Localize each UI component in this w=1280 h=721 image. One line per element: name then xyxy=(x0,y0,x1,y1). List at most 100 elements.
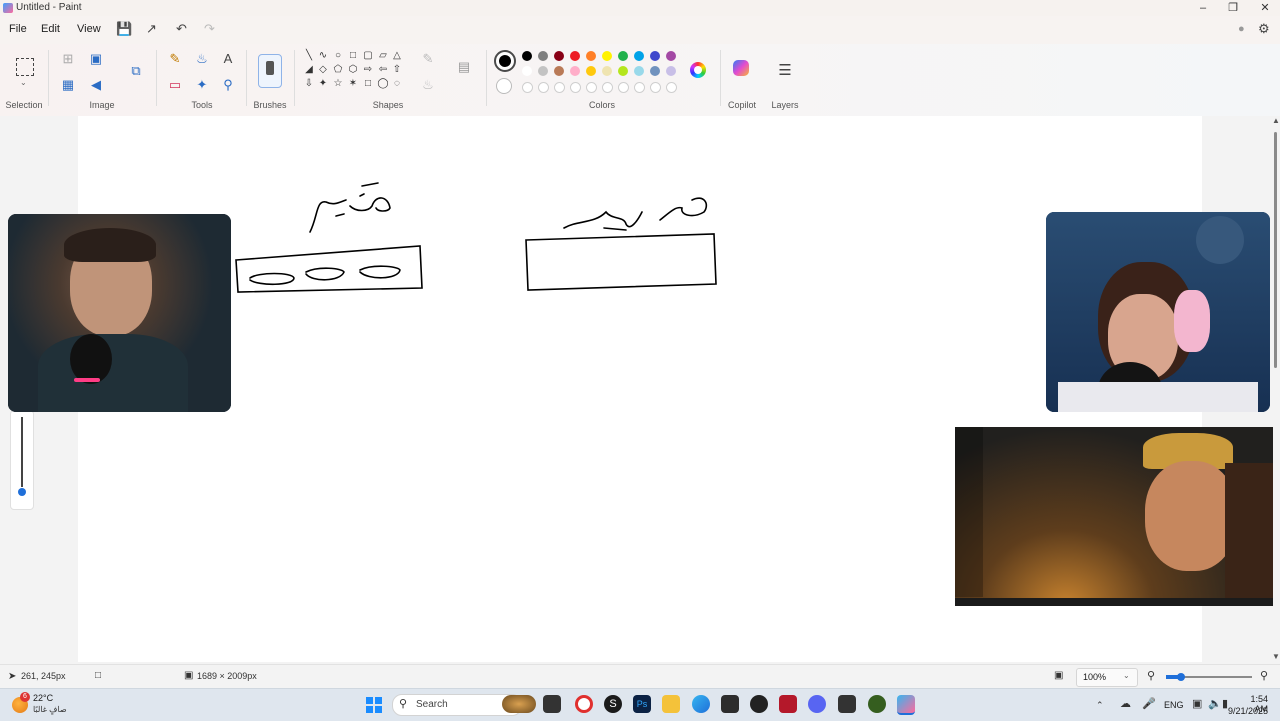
chevron-down-icon[interactable]: ⌄ xyxy=(20,78,27,87)
network-icon[interactable]: ▣ xyxy=(1192,697,1202,710)
palette-swatch[interactable] xyxy=(650,66,660,76)
custom-color-slot[interactable] xyxy=(538,82,549,93)
custom-color-slot[interactable] xyxy=(618,82,629,93)
custom-color-slot[interactable] xyxy=(522,82,533,93)
palette-swatch[interactable] xyxy=(650,51,660,61)
opera-icon[interactable] xyxy=(575,695,593,713)
palette-swatch[interactable] xyxy=(666,51,676,61)
edit-colors-icon[interactable] xyxy=(690,62,706,78)
palette-swatch[interactable] xyxy=(554,51,564,61)
undo-icon[interactable]: ↶ xyxy=(176,21,187,37)
search-highlight-icon[interactable] xyxy=(502,695,536,713)
start-windows-icon[interactable] xyxy=(366,697,382,713)
onedrive-cloud-icon[interactable]: ☁ xyxy=(1120,697,1131,710)
callout-oval-shape-icon[interactable]: ◯ xyxy=(376,78,390,89)
palette-swatch[interactable] xyxy=(666,66,676,76)
line-shape-icon[interactable]: ╲ xyxy=(302,50,316,61)
zoom-slider[interactable] xyxy=(1166,673,1252,681)
paint-taskbar-icon[interactable] xyxy=(897,695,915,715)
palette-swatch[interactable] xyxy=(602,66,612,76)
menu-view[interactable]: View xyxy=(77,23,101,35)
five-point-star-shape-icon[interactable]: ☆ xyxy=(331,78,345,89)
hexagon-shape-icon[interactable]: ⬡ xyxy=(346,64,360,75)
oval-shape-icon[interactable]: ○ xyxy=(331,50,345,61)
zoom-slider-thumb[interactable] xyxy=(1177,673,1185,681)
palette-swatch[interactable] xyxy=(554,66,564,76)
color-picker-icon[interactable]: ✦ xyxy=(192,76,212,94)
palette-swatch[interactable] xyxy=(586,66,596,76)
slider-thumb[interactable] xyxy=(18,488,26,496)
custom-color-slot[interactable] xyxy=(570,82,581,93)
scroll-down-icon[interactable]: ▼ xyxy=(1272,652,1280,661)
brush-size-slider[interactable] xyxy=(10,410,34,510)
resize-icon[interactable]: ▣ xyxy=(86,50,106,68)
custom-color-slot[interactable] xyxy=(602,82,613,93)
rotate-icon[interactable]: ◀ xyxy=(86,76,106,94)
scroll-up-icon[interactable]: ▲ xyxy=(1272,116,1280,125)
redo-icon[interactable]: ↷ xyxy=(204,21,215,37)
copilot-icon[interactable] xyxy=(733,60,749,76)
palette-swatch[interactable] xyxy=(522,66,532,76)
eraser-icon[interactable]: ▭ xyxy=(165,76,185,94)
palette-swatch[interactable] xyxy=(522,51,532,61)
outline-icon[interactable]: ✎ xyxy=(418,50,438,68)
microphone-icon[interactable]: 🎤 xyxy=(1142,697,1156,710)
palette-swatch[interactable] xyxy=(618,66,628,76)
account-icon[interactable]: ● xyxy=(1238,23,1245,35)
palette-swatch[interactable] xyxy=(538,51,548,61)
show-hidden-icons-icon[interactable]: ⌃ xyxy=(1096,700,1104,711)
custom-color-slot[interactable] xyxy=(586,82,597,93)
callout-rect-shape-icon[interactable]: □ xyxy=(361,78,375,89)
zoom-out-icon[interactable]: ⚲ xyxy=(1147,669,1155,682)
secondary-color-swatch[interactable] xyxy=(496,78,512,94)
brush-button[interactable] xyxy=(258,54,282,88)
photoshop-icon[interactable]: Ps xyxy=(633,695,651,713)
zoom-dropdown[interactable]: 100% ⌄ xyxy=(1076,668,1138,687)
menu-edit[interactable]: Edit xyxy=(41,23,60,35)
four-point-star-shape-icon[interactable]: ✦ xyxy=(316,78,330,89)
palette-swatch[interactable] xyxy=(602,51,612,61)
clock-date[interactable]: 9/21/2025 xyxy=(1224,706,1268,716)
edge-icon[interactable] xyxy=(692,695,710,713)
palette-swatch[interactable] xyxy=(570,66,580,76)
close-button[interactable]: ✕ xyxy=(1250,0,1280,16)
palette-swatch[interactable] xyxy=(634,66,644,76)
callout-cloud-shape-icon[interactable]: ◌ xyxy=(390,78,404,89)
task-view-icon[interactable] xyxy=(543,695,561,713)
fill-bucket-icon[interactable]: ♨ xyxy=(192,50,212,68)
pencil-icon[interactable]: ✎ xyxy=(165,50,185,68)
triangle-shape-icon[interactable]: △ xyxy=(390,50,404,61)
arrow-left-shape-icon[interactable]: ⇦ xyxy=(376,64,390,75)
scroll-thumb[interactable] xyxy=(1274,132,1277,368)
pentagon-shape-icon[interactable]: ⬠ xyxy=(331,64,345,75)
rounded-rectangle-shape-icon[interactable]: ▢ xyxy=(361,50,375,61)
six-point-star-shape-icon[interactable]: ✶ xyxy=(346,78,360,89)
obs-icon[interactable] xyxy=(750,695,768,713)
custom-color-slot[interactable] xyxy=(634,82,645,93)
menu-file[interactable]: File xyxy=(9,23,27,35)
xbox-icon[interactable] xyxy=(868,695,886,713)
image-select-icon[interactable]: ⧉ xyxy=(126,62,146,80)
polygon-shape-icon[interactable]: ▱ xyxy=(376,50,390,61)
settings-gear-icon[interactable]: ⚙ xyxy=(1258,21,1270,37)
vertical-scrollbar[interactable]: ▲ ▼ xyxy=(1272,116,1280,664)
palette-swatch[interactable] xyxy=(570,51,580,61)
app-icon[interactable] xyxy=(721,695,739,713)
window-app-icon[interactable] xyxy=(838,695,856,713)
primary-color-ring[interactable] xyxy=(494,50,516,72)
arrow-up-shape-icon[interactable]: ⇧ xyxy=(390,64,404,75)
remove-background-icon[interactable]: ▦ xyxy=(58,76,78,94)
custom-color-slot[interactable] xyxy=(666,82,677,93)
save-icon[interactable]: 💾 xyxy=(116,21,132,37)
video-app-icon[interactable] xyxy=(779,695,797,713)
right-triangle-shape-icon[interactable]: ◢ xyxy=(302,64,316,75)
file-explorer-icon[interactable] xyxy=(662,695,680,713)
fill-icon[interactable]: ♨ xyxy=(418,76,438,94)
share-icon[interactable]: ↗ xyxy=(146,21,157,37)
magnifier-icon[interactable]: ⚲ xyxy=(218,76,238,94)
arrow-right-shape-icon[interactable]: ⇨ xyxy=(361,64,375,75)
text-tool-icon[interactable]: A xyxy=(218,50,238,68)
curve-shape-icon[interactable]: ∿ xyxy=(316,50,330,61)
shape-gallery-icon[interactable]: ▤ xyxy=(454,58,474,76)
custom-color-slot[interactable] xyxy=(554,82,565,93)
